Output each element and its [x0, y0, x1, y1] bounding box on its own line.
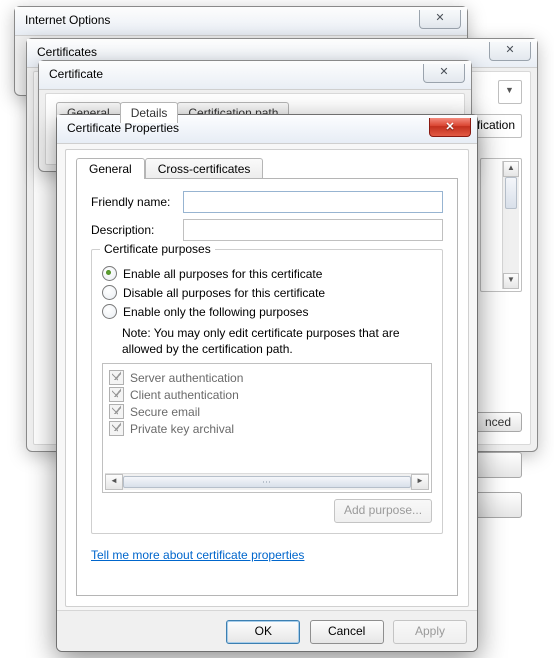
label-friendly-name: Friendly name:	[91, 195, 183, 209]
scroll-grip-icon	[263, 481, 271, 483]
ok-button[interactable]: OK	[226, 620, 300, 644]
purpose-label: Server authentication	[130, 371, 243, 385]
radio-label-enable-only: Enable only the following purposes	[123, 305, 308, 319]
close-button-certificate[interactable]: ✕	[423, 64, 465, 83]
list-item: Secure email	[109, 404, 427, 419]
checkbox-icon	[109, 387, 124, 402]
close-icon: ✕	[445, 119, 454, 135]
close-icon: ✕	[439, 66, 448, 78]
scroll-thumb[interactable]	[123, 476, 411, 488]
checkbox-icon	[109, 404, 124, 419]
row-friendly-name: Friendly name:	[91, 191, 443, 213]
chevron-left-icon: ◄	[110, 476, 118, 485]
checkbox-icon	[109, 370, 124, 385]
label-description: Description:	[91, 223, 183, 237]
close-icon: ✕	[435, 12, 444, 24]
list-item: Private key archival	[109, 421, 427, 436]
radio-enable-all[interactable]	[102, 266, 117, 281]
close-button-internet-options[interactable]: ✕	[419, 10, 461, 29]
checkbox-icon	[109, 421, 124, 436]
tab-cross-certificates[interactable]: Cross-certificates	[145, 158, 264, 179]
close-button-dialog[interactable]: ✕	[429, 118, 471, 137]
radio-row-enable-all[interactable]: Enable all purposes for this certificate	[102, 266, 432, 281]
title-certificate-properties: Certificate Properties	[67, 121, 179, 135]
note-text: Note: You may only edit certificate purp…	[122, 325, 432, 357]
title-internet-options: Internet Options	[25, 13, 110, 27]
apply-button: Apply	[393, 620, 467, 644]
group-certificate-purposes: Certificate purposes Enable all purposes…	[91, 249, 443, 534]
radio-label-enable-all: Enable all purposes for this certificate	[123, 267, 322, 281]
dialog-certificate-properties: Certificate Properties ✕ General Cross-c…	[56, 114, 478, 652]
input-friendly-name[interactable]	[183, 191, 443, 213]
dialog-body: General Cross-certificates Friendly name…	[65, 149, 469, 607]
purposes-items: Server authentication Client authenticat…	[109, 368, 427, 438]
titlebar-internet-options: Internet Options ✕	[15, 7, 467, 36]
tab-details[interactable]: Details	[120, 102, 179, 123]
row-description: Description:	[91, 219, 443, 241]
add-purpose-row: Add purpose...	[102, 499, 432, 523]
chevron-right-icon: ►	[416, 476, 424, 485]
help-link[interactable]: Tell me more about certificate propertie…	[91, 548, 304, 562]
radio-label-disable-all: Disable all purposes for this certificat…	[123, 286, 325, 300]
input-description[interactable]	[183, 219, 443, 241]
radio-row-enable-only[interactable]: Enable only the following purposes	[102, 304, 432, 319]
dialog-tabs: General Cross-certificates	[76, 158, 263, 179]
purpose-label: Secure email	[130, 405, 200, 419]
titlebar-certificate: Certificate ✕	[39, 61, 471, 90]
dialog-footer: OK Cancel Apply	[57, 610, 477, 651]
cancel-button[interactable]: Cancel	[310, 620, 384, 644]
radio-enable-only[interactable]	[102, 304, 117, 319]
purposes-listbox: Server authentication Client authenticat…	[102, 363, 432, 493]
add-purpose-button: Add purpose...	[334, 499, 432, 523]
tab-panel-general: Friendly name: Description: Certificate …	[76, 178, 458, 596]
radio-disable-all[interactable]	[102, 285, 117, 300]
scroll-left-button[interactable]: ◄	[105, 474, 123, 490]
list-item: Server authentication	[109, 370, 427, 385]
purpose-label: Private key archival	[130, 422, 234, 436]
horizontal-scrollbar[interactable]: ◄ ►	[105, 473, 429, 490]
tab-general[interactable]: General	[76, 158, 145, 179]
purpose-label: Client authentication	[130, 388, 239, 402]
title-certificate: Certificate	[49, 67, 103, 81]
radio-row-disable-all[interactable]: Disable all purposes for this certificat…	[102, 285, 432, 300]
list-item: Client authentication	[109, 387, 427, 402]
group-legend: Certificate purposes	[100, 242, 215, 256]
help-link-row: Tell me more about certificate propertie…	[91, 548, 443, 562]
scroll-right-button[interactable]: ►	[411, 474, 429, 490]
